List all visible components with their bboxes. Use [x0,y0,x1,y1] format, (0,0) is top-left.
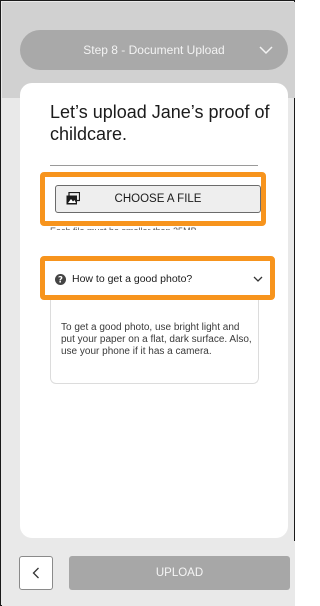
question-icon: ? [55,273,66,285]
upload-button[interactable]: UPLOAD [69,556,290,590]
chevron-down-icon [253,276,263,282]
photo-tips-accordion-toggle[interactable]: ? How to get a good photo? [55,268,265,290]
chevron-left-icon [32,567,39,579]
choose-file-button[interactable]: CHOOSE A FILE [55,185,261,213]
photo-tips-text: To get a good photo, use bright light an… [61,322,252,357]
chevron-down-icon [259,46,273,55]
svg-text:?: ? [58,275,63,285]
accordion-label: How to get a good photo? [72,273,193,285]
app-frame: Step 8 - Document Upload Let’s upload Ja… [0,0,295,606]
step-selector[interactable]: Step 8 - Document Upload [20,30,288,70]
accordion-body: To get a good photo, use bright light an… [50,300,259,384]
footer-bar: UPLOAD [2,541,295,606]
upload-label: UPLOAD [155,567,204,579]
page-title: Let’s upload Jane’s proof of childcare. [50,102,270,144]
upload-card: Let’s upload Jane’s proof of childcare. … [20,83,288,538]
step-label: Step 8 - Document Upload [83,43,225,57]
accordion-highlight: ? How to get a good photo? [40,256,275,300]
choose-file-highlight: CHOOSE A FILE [40,172,266,226]
divider [50,165,258,166]
photos-icon [66,192,80,205]
choose-file-label: CHOOSE A FILE [114,193,202,205]
file-size-hint: Each file must be smaller than 25MB. [50,226,199,230]
back-button[interactable] [19,556,53,590]
